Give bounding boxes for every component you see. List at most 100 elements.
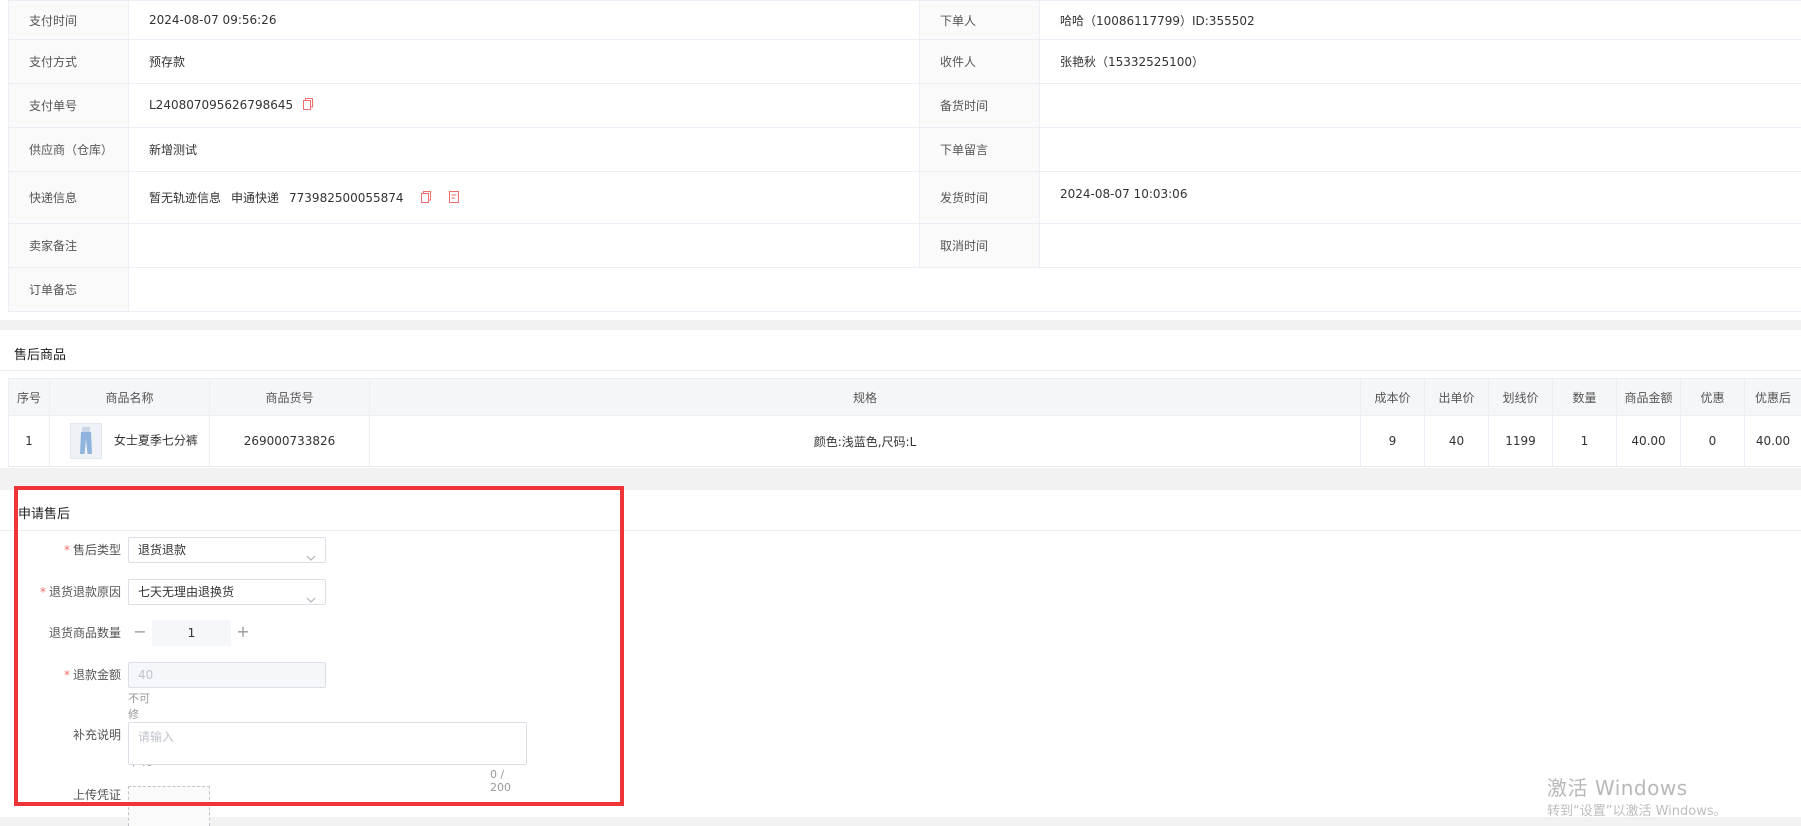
required-mark: * [64,668,70,682]
order-info-panel: 支付时间 2024-08-07 09:56:26 下单人 哈哈（10086117… [0,0,1801,320]
required-mark: * [40,585,46,599]
goods-discount: 0 [1681,416,1745,467]
order-memo-label: 订单备忘 [9,268,129,312]
windows-activation-watermark: 激活 Windows [1547,772,1688,801]
quantity-stepper: − 1 + [128,620,255,646]
refund-reason-label: *退货退款原因 [0,579,121,605]
label-text: 退款金额 [73,668,121,682]
goods-after-discount: 40.00 [1745,416,1801,467]
info-row: 供应商（仓库） 新增测试 下单留言 [9,128,1801,172]
goods-name: 女士夏季七分裤 [114,434,198,448]
pay-no-label: 支付单号 [9,84,129,128]
receiver-value: 张艳秋（15332525100） [1040,40,1801,84]
express-label: 快递信息 [9,172,129,224]
product-thumbnail [70,423,102,459]
cancel-time-label: 取消时间 [920,224,1040,268]
pay-time-label: 支付时间 [9,1,129,40]
col-header: 划线价 [1489,379,1553,416]
info-row: 订单备忘 [9,268,1801,312]
tracking-number: 773982500055874 [289,191,404,205]
col-header: 优惠 [1681,379,1745,416]
apply-section-title: 申请售后 [18,503,70,522]
receiver-label: 收件人 [920,40,1040,84]
upload-label: 上传凭证 [0,782,121,808]
supplier-value: 新增测试 [129,128,920,172]
remark-textarea[interactable] [128,722,527,765]
goods-qty: 1 [1553,416,1617,467]
stock-time-value [1040,84,1801,128]
order-info-table: 支付时间 2024-08-07 09:56:26 下单人 哈哈（10086117… [8,0,1801,312]
goods-sku: 269000733826 [210,416,370,467]
goods-list-price: 1199 [1489,416,1553,467]
col-header: 商品名称 [50,379,210,416]
col-header: 优惠后 [1745,379,1801,416]
copy-icon[interactable] [303,98,313,113]
quantity-value[interactable]: 1 [152,620,231,646]
remark-label: 补充说明 [0,722,121,748]
col-header: 出单价 [1425,379,1489,416]
stock-time-label: 备货时间 [920,84,1040,128]
goods-section-title: 售后商品 [14,344,66,363]
pay-method-value: 预存款 [129,40,920,84]
order-message-value [1040,128,1801,172]
col-header: 规格 [370,379,1361,416]
table-row: 1 女士夏季七分裤 269000733826 颜色:浅蓝色,尺码:L 9 40 … [9,416,1801,467]
info-row: 支付方式 预存款 收件人 张艳秋（15332525100） [9,40,1801,84]
ship-time-value: 2024-08-07 10:03:06 [1040,172,1801,224]
orderer-value: 哈哈（10086117799）ID:355502 [1040,1,1801,40]
ship-time-label: 发货时间 [920,172,1040,224]
refund-amount-input[interactable] [128,662,326,688]
after-sale-type-select[interactable]: 退货退款 [128,537,326,563]
pay-no-cell: L240807095626798645 [129,84,920,128]
express-cell: 暂无轨迹信息申通快递 773982500055874 [129,172,920,224]
seller-note-value [129,224,920,268]
col-header: 成本价 [1361,379,1425,416]
col-header: 商品金额 [1617,379,1681,416]
logistics-detail-icon[interactable] [449,191,459,206]
info-row: 快递信息 暂无轨迹信息申通快递 773982500055874 发货时间 2024… [9,172,1801,224]
label-text: 退货退款原因 [49,585,121,599]
upload-button[interactable] [128,786,210,826]
decrease-button[interactable]: − [128,620,152,646]
goods-price: 40 [1425,416,1489,467]
refund-amount-label: *退款金额 [0,662,121,688]
info-row: 支付单号 L240807095626798645 备货时间 [9,84,1801,128]
pay-no-value: L240807095626798645 [149,98,293,112]
goods-header-row: 序号 商品名称 商品货号 规格 成本价 出单价 划线价 数量 商品金额 优惠 优… [9,379,1801,416]
divider [0,530,1801,531]
goods-cost: 9 [1361,416,1425,467]
info-row: 支付时间 2024-08-07 09:56:26 下单人 哈哈（10086117… [9,1,1801,40]
goods-amount: 40.00 [1617,416,1681,467]
after-sale-type-value: 退货退款 [138,543,186,557]
increase-button[interactable]: + [231,620,255,646]
apply-after-sale-panel: 申请售后 *售后类型 退货退款 *退货退款原因 七天无理由退换货 退货商品数量 … [0,490,1801,817]
return-qty-label: 退货商品数量 [0,620,121,646]
pay-method-label: 支付方式 [9,40,129,84]
express-status: 暂无轨迹信息 [149,191,221,205]
seller-note-label: 卖家备注 [9,224,129,268]
refund-reason-select[interactable]: 七天无理由退换货 [128,579,326,605]
goods-spec: 颜色:浅蓝色,尺码:L [370,416,1361,467]
pay-time-value: 2024-08-07 09:56:26 [129,1,920,40]
remark-counter: 0 / 200 [490,768,511,794]
required-mark: * [64,543,70,557]
after-sale-goods-panel: 售后商品 序号 商品名称 商品货号 规格 成本价 出单价 划线价 数量 商品金额… [0,330,1801,468]
chevron-down-icon [306,546,316,570]
orderer-label: 下单人 [920,1,1040,40]
copy-icon[interactable] [421,191,431,206]
cancel-time-value [1040,224,1801,268]
goods-name-cell: 女士夏季七分裤 [50,416,210,467]
refund-reason-value: 七天无理由退换货 [138,585,234,599]
info-row: 卖家备注 取消时间 [9,224,1801,268]
col-header: 商品货号 [210,379,370,416]
order-message-label: 下单留言 [920,128,1040,172]
col-header: 数量 [1553,379,1617,416]
goods-table: 序号 商品名称 商品货号 规格 成本价 出单价 划线价 数量 商品金额 优惠 优… [8,378,1801,467]
chevron-down-icon [306,588,316,612]
col-header: 序号 [9,379,50,416]
divider [0,370,1801,371]
goods-index: 1 [9,416,50,467]
windows-activation-hint: 转到“设置”以激活 Windows。 [1547,800,1727,819]
order-memo-value [129,268,1801,312]
express-company: 申通快递 [231,191,279,205]
